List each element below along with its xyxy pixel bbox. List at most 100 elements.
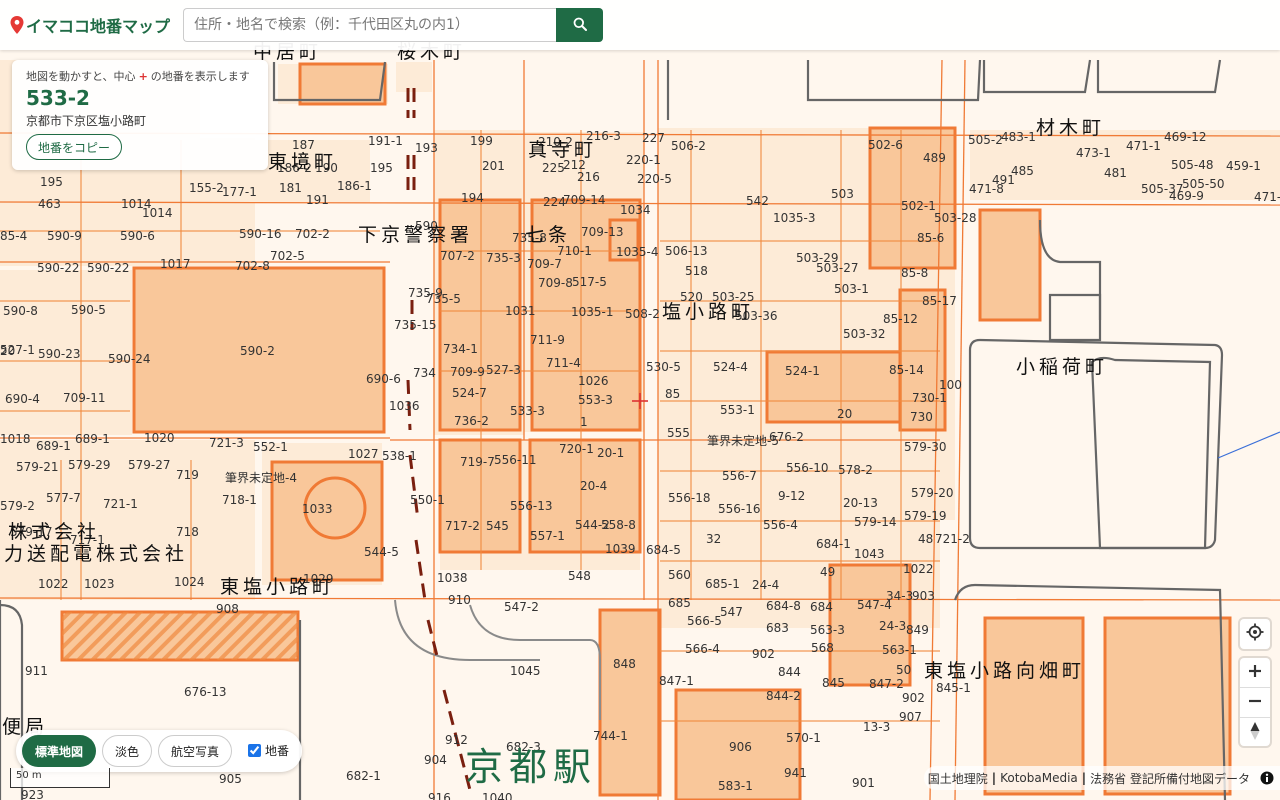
parcel-label: 1017 (160, 257, 191, 271)
basemap-pale-button[interactable]: 淡色 (102, 735, 152, 767)
parcel-label: 1 (580, 415, 588, 429)
basemap-standard-button[interactable]: 標準地図 (22, 735, 96, 767)
parcel-label: 570-1 (786, 731, 821, 745)
parcel-label: 186-1 (337, 179, 372, 193)
parcel-label: 191-1 (368, 134, 403, 148)
parcel-address: 京都市下京区塩小路町 (26, 114, 147, 128)
parcel-label: 558-8 (601, 518, 636, 532)
parcel-label: 1040 (482, 791, 513, 800)
magnifier-icon (573, 17, 587, 34)
parcel-label: 684-8 (766, 599, 801, 613)
basemap-aerial-button[interactable]: 航空写真 (158, 735, 232, 767)
attribution-gsi-link[interactable]: 国土地理院 (928, 770, 988, 787)
parcel-label: 848 (613, 657, 636, 671)
app-brand[interactable]: イマココ地番マップ (10, 13, 170, 37)
parcel-label: 736-2 (454, 414, 489, 428)
parcel-label: 579-30 (904, 440, 947, 454)
zoom-in-button[interactable] (1240, 658, 1270, 687)
parcel-label: 85 (665, 387, 680, 401)
parcel-label: 556-10 (786, 461, 829, 475)
town-name-label: 塩小路町 (662, 301, 754, 323)
parcel-label: 560 (668, 568, 691, 582)
parcel-label: 555 (667, 426, 690, 440)
parcel-label: 578-2 (838, 463, 873, 477)
parcel-label: 524-4 (713, 360, 748, 374)
parcel-label: 735-5 (426, 292, 461, 306)
parcel-label: 590-6 (120, 229, 155, 243)
parcel-label: 903 (912, 589, 935, 603)
station-label: 京都駅 (465, 745, 597, 789)
parcel-label: 524-1 (785, 364, 820, 378)
parcel-label: 577-7 (46, 491, 81, 505)
parcel-label: 690-4 (5, 392, 40, 406)
town-name-label: 七条 (525, 224, 571, 246)
search-button[interactable] (556, 8, 603, 42)
attribution-kotobamedia-link[interactable]: KotobaMedia (1000, 771, 1078, 785)
parcel-label: 718 (176, 525, 199, 539)
parcel-label: 191 (306, 193, 329, 207)
basemap-switcher: 標準地図 淡色 航空写真 地番 (16, 730, 302, 772)
parcel-label: 579-21 (16, 460, 59, 474)
parcel-label: 1031 (505, 304, 536, 318)
zoom-out-button[interactable] (1240, 688, 1270, 717)
parcel-label: 568 (811, 641, 834, 655)
parcel-label: 32 (706, 532, 721, 546)
search-input[interactable] (183, 8, 556, 42)
parcel-label: 590-5 (71, 303, 106, 317)
parcel-label: 590-8 (3, 304, 38, 318)
hint-text-before: 地図を動かすと、中心 (26, 70, 136, 83)
parcel-label: 85-4 (0, 229, 27, 243)
parcel-overlay-toggle[interactable]: 地番 (248, 742, 289, 759)
parcel-label: 503-32 (843, 327, 886, 341)
parcel-label: 1027 (348, 447, 379, 461)
parcel-label: 20 (837, 407, 852, 421)
parcel-label: 553-3 (578, 393, 613, 407)
parcel-label: 1014 (142, 206, 173, 220)
parcel-label: 709-9 (450, 365, 485, 379)
parcel-label: 195 (370, 161, 393, 175)
parcel-label: 721-1 (103, 497, 138, 511)
parcel-label: 579-27 (128, 458, 171, 472)
attribution-separator: | (1081, 771, 1087, 785)
parcel-label: 1033 (302, 502, 333, 516)
parcel-label: 583-1 (718, 779, 753, 793)
parcel-label: 216 (577, 170, 600, 184)
parcel-label: 579-14 (854, 515, 897, 529)
parcel-label: 717-2 (445, 519, 480, 533)
parcel-info-panel: 地図を動かすと、中心 + の地番を表示します 533-2 京都市下京区塩小路町 地番… (12, 60, 268, 170)
parcel-label: 187 (292, 138, 315, 152)
parcel-label: 552-1 (253, 440, 288, 454)
info-icon[interactable] (1260, 771, 1274, 785)
parcel-label: 849 (906, 623, 929, 637)
parcel-label: 923 (21, 788, 44, 800)
parcel-label: 49 (820, 565, 835, 579)
town-name-label: 材木町 (1036, 117, 1105, 139)
town-name-label: 株式会社 (8, 521, 100, 543)
compass-button[interactable] (1240, 718, 1270, 747)
parcel-label: 916 (428, 791, 451, 800)
crosshair-icon (1246, 623, 1264, 645)
parcel-overlay-checkbox[interactable] (248, 744, 261, 757)
locate-button[interactable] (1240, 619, 1270, 649)
parcel-label: 904 (424, 753, 447, 767)
parcel-label: 538-1 (382, 449, 417, 463)
parcel-label: 1043 (854, 547, 885, 561)
parcel-label: 556-7 (722, 469, 757, 483)
parcel-label: 847-1 (659, 674, 694, 688)
parcel-label: 100 (939, 378, 962, 392)
center-hint: 地図を動かすと、中心 + の地番を表示します (26, 68, 250, 84)
copy-parcel-button[interactable]: 地番をコピー (26, 134, 123, 160)
parcel-label: 503-1 (834, 282, 869, 296)
parcel-label: 545 (486, 519, 509, 533)
compass-icon (1249, 721, 1261, 745)
parcel-number: 533-2 (26, 86, 90, 110)
attribution-moj-link[interactable]: 法務省 登記所備付地図データ (1090, 770, 1250, 787)
parcel-label: 199 (470, 134, 493, 148)
parcel-label: 177-1 (222, 185, 257, 199)
parcel-label: 579-20 (911, 486, 954, 500)
parcel-label: 220-5 (637, 172, 672, 186)
parcel-label: 550-1 (410, 493, 445, 507)
parcel-label: 471-12 (1254, 190, 1280, 204)
parcel-label: 735-3 (486, 251, 521, 265)
parcel-label: 506-13 (665, 244, 708, 258)
